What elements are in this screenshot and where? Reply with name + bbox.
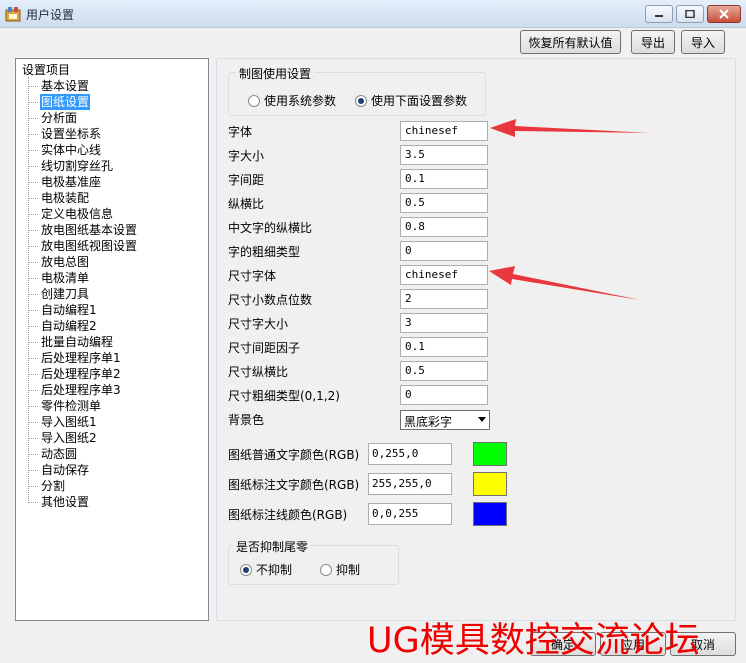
annotation-overlay xyxy=(489,119,650,300)
annotation-arrow-dim-font xyxy=(489,266,640,300)
watermark: UG模具数控交流论坛 xyxy=(367,621,700,661)
annotation-arrow-font xyxy=(490,119,650,137)
